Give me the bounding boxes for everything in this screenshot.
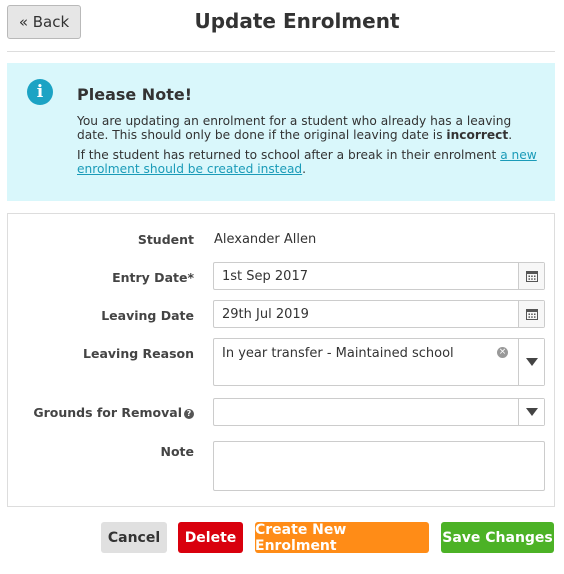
page-header: « Back Update Enrolment [0, 0, 564, 52]
chevron-down-icon[interactable] [518, 399, 544, 425]
note-paragraph-1: You are updating an enrolment for a stud… [77, 114, 513, 142]
entry-date-label: Entry Date* [112, 270, 194, 285]
create-new-enrolment-button[interactable]: Create New Enrolment [255, 522, 429, 554]
student-label: Student [137, 232, 194, 247]
entry-date-value: 1st Sep 2017 [222, 268, 308, 284]
help-icon[interactable]: ? [184, 408, 194, 419]
delete-button[interactable]: Delete [178, 522, 243, 553]
info-icon: i [27, 79, 53, 105]
page-title: Update Enrolment [194, 9, 400, 33]
cancel-button[interactable]: Cancel [101, 522, 167, 553]
note-alert: i Please Note! You are updating an enrol… [7, 63, 555, 201]
student-value: Alexander Allen [214, 232, 317, 247]
calendar-icon[interactable] [518, 263, 544, 289]
leaving-date-label: Leaving Date [101, 308, 194, 323]
clear-icon[interactable]: × [497, 347, 508, 358]
calendar-icon[interactable] [518, 301, 544, 327]
note-textarea[interactable] [213, 441, 545, 491]
entry-date-field[interactable]: 1st Sep 2017 [213, 262, 545, 290]
note-body: You are updating an enrolment for a stud… [77, 114, 545, 182]
enrolment-form: Student Alexander Allen Entry Date* 1st … [7, 213, 555, 507]
grounds-for-removal-select[interactable] [213, 398, 545, 426]
header-divider [7, 51, 555, 52]
note-title: Please Note! [77, 85, 192, 104]
leaving-reason-value: In year transfer - Maintained school [222, 346, 454, 361]
leaving-date-field[interactable]: 29th Jul 2019 [213, 300, 545, 328]
leaving-reason-select[interactable]: In year transfer - Maintained school × [213, 338, 545, 386]
note-paragraph-2: If the student has returned to school af… [77, 148, 537, 176]
back-button[interactable]: « Back [7, 5, 81, 39]
leaving-reason-label: Leaving Reason [83, 346, 194, 361]
chevron-down-icon[interactable] [518, 339, 544, 385]
save-changes-button[interactable]: Save Changes [441, 522, 554, 553]
note-label: Note [160, 444, 194, 459]
grounds-for-removal-label: Grounds for Removal? [8, 405, 194, 420]
leaving-date-value: 29th Jul 2019 [222, 306, 309, 322]
